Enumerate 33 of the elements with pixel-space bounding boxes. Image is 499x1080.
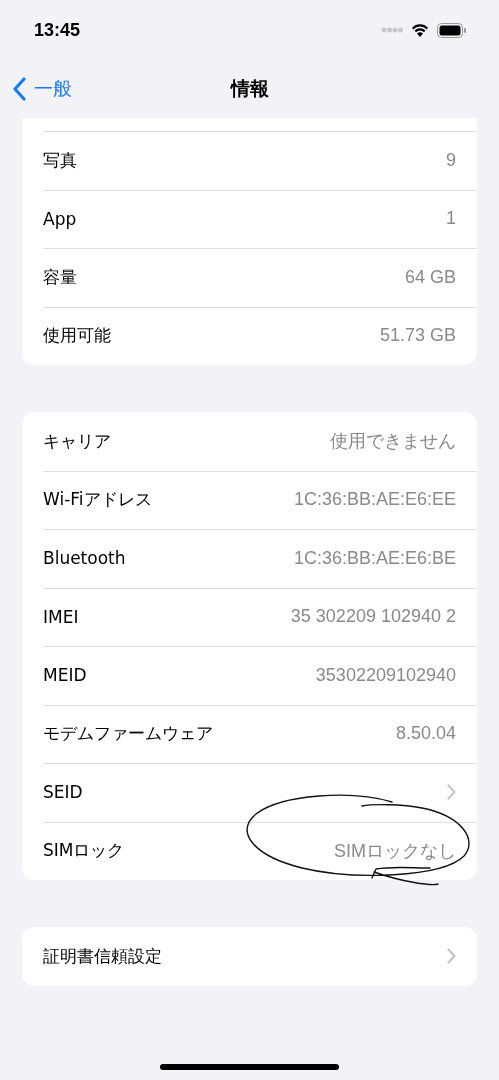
row-value: 1C:36:BB:AE:E6:EE	[293, 489, 456, 511]
signal-icon	[381, 27, 403, 33]
row-label: キャリア	[43, 429, 111, 453]
chevron-left-icon	[12, 77, 26, 101]
row-label: モデムファームウェア	[43, 722, 213, 746]
status-time: 13:45	[34, 19, 81, 41]
row-label: IMEI	[43, 606, 79, 627]
row-label: SIMロック	[43, 839, 125, 863]
chevron-right-icon[interactable]	[447, 784, 456, 801]
row-label: 写真	[43, 148, 77, 172]
row-value: 51.73 GB	[379, 325, 456, 347]
row-label: 証明書信頼設定	[43, 944, 162, 968]
row-value: 9	[446, 149, 456, 171]
row-label: SEID	[43, 782, 83, 803]
page-title: 情報	[230, 76, 269, 101]
row-value: 35302209102940	[315, 664, 456, 686]
row-label: 使用可能	[43, 324, 111, 348]
row-label: Wi-Fiアドレス	[43, 488, 152, 512]
row-value: SIMロックなし	[334, 839, 456, 863]
row-value: 1	[446, 208, 456, 230]
row-value: 使用できません	[330, 430, 456, 454]
row-value: 64 GB	[404, 266, 456, 288]
row-value: 1C:36:BB:AE:E6:BE	[293, 547, 456, 569]
row-label: MEID	[43, 665, 87, 686]
back-button[interactable]: 一般	[12, 76, 72, 102]
row-label: Bluetooth	[43, 548, 126, 569]
row-label: App	[43, 208, 77, 229]
row-label: 容量	[43, 265, 77, 289]
battery-icon	[437, 22, 467, 38]
chevron-right-icon[interactable]	[447, 948, 456, 965]
wifi-icon	[411, 23, 429, 37]
row-value: 35 302209 102940 2	[290, 606, 456, 628]
row-value: 8.50.04	[395, 723, 456, 745]
